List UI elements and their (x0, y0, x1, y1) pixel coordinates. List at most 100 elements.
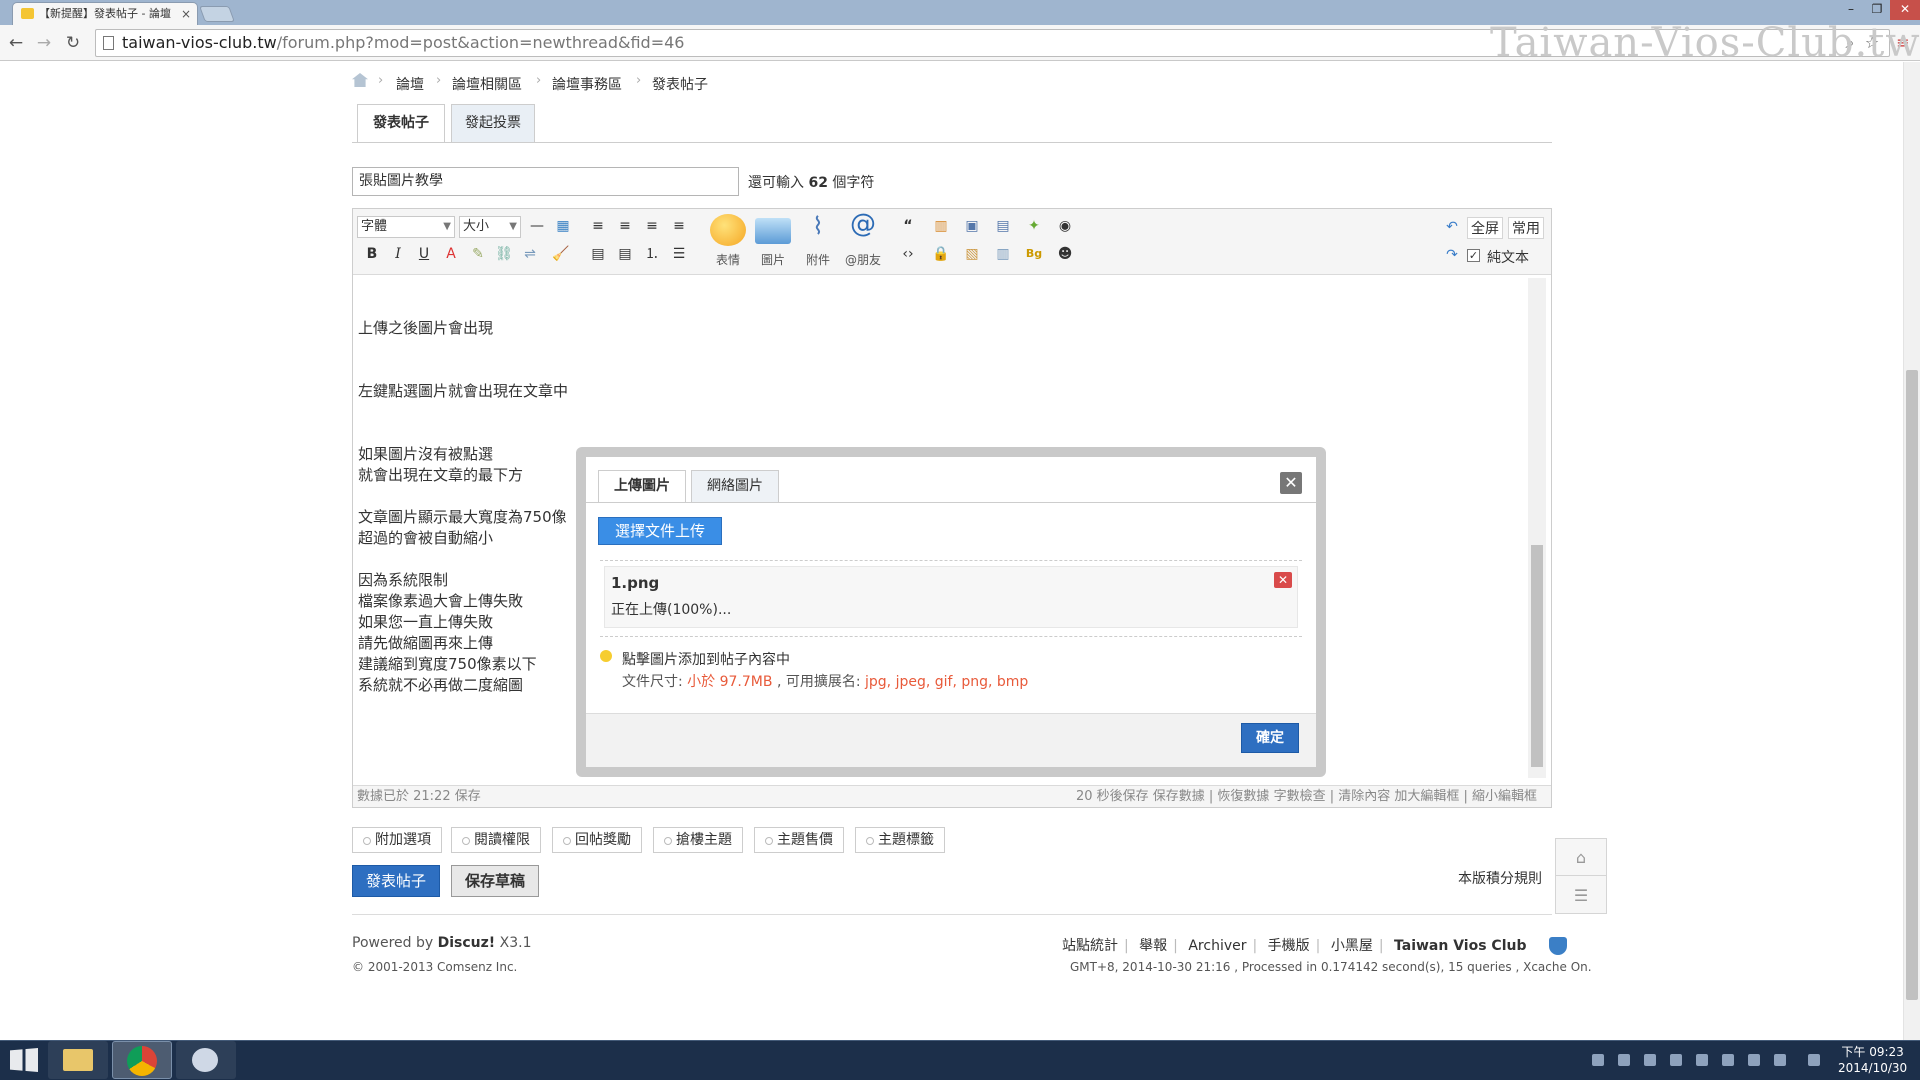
unlink-icon[interactable]: ⇌ (520, 244, 540, 264)
footer-link[interactable]: 手機版 (1268, 938, 1310, 954)
tray-icon[interactable] (1670, 1054, 1682, 1066)
attachment-icon[interactable]: ⌇ (800, 214, 836, 246)
footer-link[interactable]: Taiwan Vios Club (1394, 938, 1527, 954)
powered-brand[interactable]: Discuz! (438, 935, 496, 951)
highlight-icon[interactable]: ✎ (468, 244, 488, 264)
chrome-taskbar-button[interactable] (112, 1041, 172, 1079)
window-close-icon[interactable]: ✕ (1890, 0, 1920, 20)
tray-icon[interactable] (1644, 1054, 1656, 1066)
browser-tab[interactable]: 【新提醒】發表帖子 - 論壇 × (12, 2, 198, 25)
tab-web-image[interactable]: 網絡圖片 (691, 470, 779, 502)
delete-file-icon[interactable]: ✕ (1274, 572, 1292, 588)
page-scrollbar-thumb[interactable] (1906, 370, 1918, 1000)
footer-link[interactable]: 小黑屋 (1331, 938, 1373, 954)
underline-icon[interactable]: U (414, 244, 434, 264)
breadcrumb-item[interactable]: 論壇事務區 (552, 74, 622, 94)
option-reply-reward[interactable]: 回帖獎勵 (552, 827, 642, 853)
table-icon[interactable]: ▦ (553, 216, 573, 236)
mention-icon[interactable]: @ (845, 211, 881, 246)
smiley-icon[interactable] (710, 214, 746, 246)
dialog-close-icon[interactable]: ✕ (1280, 472, 1302, 494)
subject-input[interactable]: 張貼圖片教學 (352, 167, 739, 196)
tray-icon[interactable] (1592, 1054, 1604, 1066)
submit-button[interactable]: 發表帖子 (352, 865, 440, 897)
tray-icon[interactable] (1618, 1054, 1630, 1066)
bold-icon[interactable]: B (362, 244, 382, 264)
smiley-label[interactable]: 表情 (705, 251, 751, 268)
tab-new-thread[interactable]: 發表帖子 (357, 104, 445, 143)
plain-text-checkbox[interactable]: ✓ (1467, 249, 1480, 262)
confirm-button[interactable]: 確定 (1241, 723, 1299, 753)
forward-icon[interactable]: → (34, 34, 54, 54)
volume-icon[interactable] (1774, 1054, 1786, 1066)
hr-icon[interactable]: — (527, 216, 547, 236)
hide-icon[interactable]: 🔒 (931, 244, 951, 264)
network-icon[interactable] (1748, 1054, 1760, 1066)
tab-new-poll[interactable]: 發起投票 (451, 104, 535, 142)
align-center-icon[interactable]: ≡ (615, 216, 635, 236)
footer-link[interactable]: Archiver (1188, 938, 1246, 954)
flash-icon[interactable]: ◉ (1055, 216, 1075, 236)
breadcrumb-item[interactable]: 論壇相關區 (452, 74, 522, 94)
option-tags[interactable]: 主題標籤 (855, 827, 945, 853)
new-tab-button[interactable] (199, 6, 235, 22)
footer-link[interactable]: 站點統計 (1062, 938, 1118, 954)
align-left-icon[interactable]: ≡ (588, 216, 608, 236)
tray-icon[interactable] (1722, 1054, 1734, 1066)
rules-link[interactable]: 本版積分規則 (1458, 868, 1542, 888)
close-tab-icon[interactable]: × (181, 3, 191, 25)
option-price[interactable]: 主題售價 (754, 827, 844, 853)
editor-content[interactable]: 上傳之後圖片會出現 左鍵點選圖片就會出現在文章中 如果圖片沒有被點選 就會出現在… (358, 318, 568, 696)
clear-format-icon[interactable]: 🧹 (551, 244, 571, 264)
editor-scrollbar-thumb[interactable] (1531, 545, 1543, 767)
tray-icon[interactable] (1696, 1054, 1708, 1066)
paint-taskbar-button[interactable] (176, 1041, 236, 1079)
restore-icon[interactable]: ❐ (1864, 0, 1890, 20)
link-icon[interactable]: ⛓ (494, 244, 514, 264)
home-icon[interactable] (352, 73, 368, 87)
image-label[interactable]: 圖片 (750, 251, 796, 268)
page-break-icon[interactable]: ▣ (962, 216, 982, 236)
password-icon[interactable]: ✦ (1024, 216, 1044, 236)
fullscreen-button[interactable]: 全屏 (1467, 217, 1503, 239)
back-to-top-icon[interactable]: ⌂ (1556, 839, 1606, 876)
option-read-perm[interactable]: 閱讀權限 (451, 827, 541, 853)
editor-actions[interactable]: 20 秒後保存 保存數據 | 恢復數據 字數檢查 | 清除內容 加大編輯框 | … (1076, 786, 1537, 808)
size-select[interactable]: 大小 ▼ (459, 216, 521, 238)
align-right-icon[interactable]: ≡ (669, 216, 689, 236)
footer-link[interactable]: 舉報 (1139, 938, 1167, 954)
float-left-icon[interactable]: ▤ (588, 244, 608, 264)
breadcrumb-item[interactable]: 論壇 (396, 74, 424, 94)
code-icon[interactable]: ‹› (898, 244, 918, 264)
ordered-list-icon[interactable]: ⒈ (642, 244, 662, 264)
choose-file-button[interactable]: 選擇文件上传 (598, 517, 722, 545)
tab-upload-image[interactable]: 上傳圖片 (598, 470, 686, 503)
font-select[interactable]: 字體 ▼ (357, 216, 455, 238)
list-icon[interactable]: ☰ (1556, 877, 1606, 914)
italic-icon[interactable]: I (388, 244, 408, 264)
free-icon[interactable]: ▥ (931, 216, 951, 236)
option-extra[interactable]: 附加選項 (352, 827, 442, 853)
back-icon[interactable]: ← (6, 34, 26, 54)
reload-icon[interactable]: ↻ (63, 34, 83, 54)
explorer-taskbar-button[interactable] (48, 1041, 108, 1079)
quote-icon[interactable]: “ (898, 216, 918, 236)
align-justify-icon[interactable]: ≡ (642, 216, 662, 236)
background-icon[interactable]: Bg (1024, 244, 1044, 264)
qq-icon[interactable]: ☻ (1055, 244, 1075, 264)
notification-icon[interactable] (1808, 1054, 1820, 1066)
common-button[interactable]: 常用 (1508, 217, 1544, 239)
save-draft-button[interactable]: 保存草稿 (451, 865, 539, 897)
mention-label[interactable]: @朋友 (840, 251, 886, 268)
image-icon[interactable] (755, 218, 791, 244)
attachment-label[interactable]: 附件 (795, 251, 841, 268)
float-right-icon[interactable]: ▤ (615, 244, 635, 264)
unordered-list-icon[interactable]: ☰ (669, 244, 689, 264)
undo-icon[interactable]: ↶ (1442, 217, 1462, 237)
columns-icon[interactable]: ▥ (993, 244, 1013, 264)
start-icon[interactable] (10, 1048, 38, 1072)
media-icon[interactable]: ▧ (962, 244, 982, 264)
clock[interactable]: 下午 09:23 2014/10/30 (1838, 1044, 1907, 1076)
option-rush-reply[interactable]: 搶樓主題 (653, 827, 743, 853)
font-color-icon[interactable]: A (441, 244, 461, 264)
